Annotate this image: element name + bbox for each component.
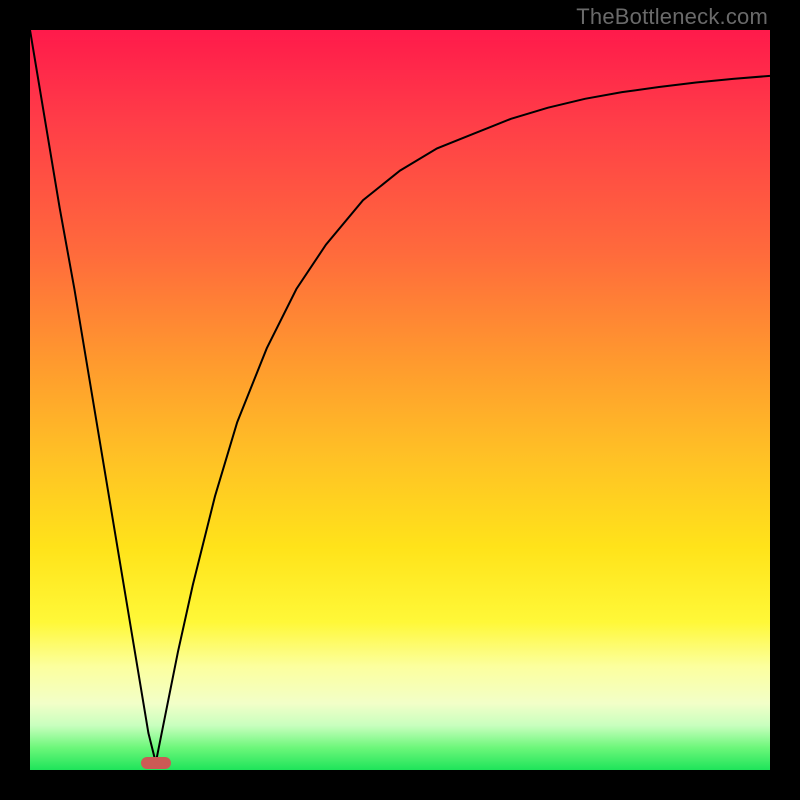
curve-right-branch <box>156 76 770 763</box>
curve-left-branch <box>30 30 156 763</box>
min-point-marker <box>141 757 171 769</box>
plot-area <box>30 30 770 770</box>
chart-frame: TheBottleneck.com <box>0 0 800 800</box>
curve-svg <box>30 30 770 770</box>
watermark-text: TheBottleneck.com <box>576 4 768 30</box>
